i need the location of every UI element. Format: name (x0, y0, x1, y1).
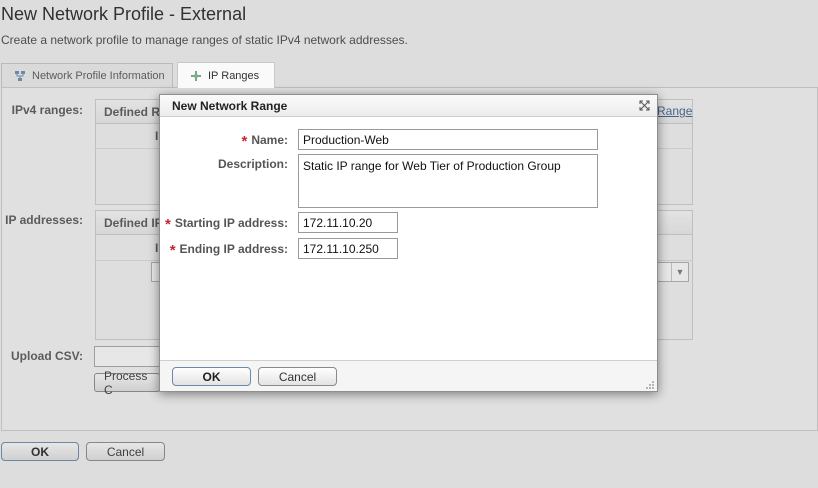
name-label-row: * Name: (180, 131, 288, 150)
required-marker: * (169, 242, 176, 259)
new-network-range-dialog: New Network Range *Name: Description: St… (159, 94, 658, 392)
name-input[interactable] (298, 129, 598, 150)
starting-ip-label-row: * Starting IP address: (160, 214, 288, 233)
ending-ip-label-row: * Ending IP address: (160, 240, 288, 259)
description-textarea[interactable]: Static IP range for Web Tier of Producti… (298, 154, 598, 208)
restore-close-icon[interactable] (639, 100, 650, 111)
dialog-cancel-button[interactable]: Cancel (258, 367, 337, 386)
tab-ip-ranges[interactable]: IP Ranges (177, 62, 275, 88)
ending-ip-input[interactable] (298, 238, 398, 259)
dialog-footer: OK Cancel (160, 360, 657, 391)
dialog-header: New Network Range (160, 95, 657, 117)
ending-ip-label: Ending IP address: (179, 242, 288, 256)
dialog-title: New Network Range (172, 99, 288, 113)
starting-ip-input[interactable] (298, 212, 398, 233)
tab-label: IP Ranges (208, 69, 260, 82)
description-label: Description: (217, 157, 288, 171)
required-marker: * (241, 133, 248, 150)
dialog-ok-button[interactable]: OK (172, 367, 251, 386)
starting-ip-label: Starting IP address: (174, 216, 288, 230)
resize-grip-icon[interactable] (645, 380, 655, 390)
name-label: Name: (251, 133, 288, 147)
ip-ranges-icon (191, 70, 201, 81)
required-marker: * (165, 216, 171, 233)
